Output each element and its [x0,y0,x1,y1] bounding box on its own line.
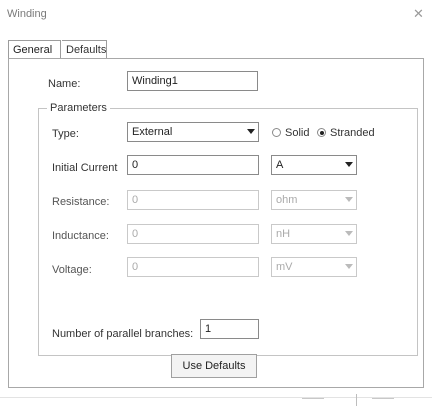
type-label: Type: [52,128,79,140]
parallel-branches-label: Number of parallel branches: [52,328,194,340]
chevron-down-icon [345,197,353,202]
chevron-down-icon [247,129,255,134]
bottom-divider [0,397,432,398]
parallel-branches-input[interactable]: 1 [200,319,259,339]
solid-label: Solid [285,127,310,139]
resistance-unit-select: ohm [271,190,357,210]
initial-current-label: Initial Current [52,162,118,174]
inductance-label: Inductance: [52,230,109,242]
type-select[interactable]: External [127,122,259,142]
stranded-radio[interactable] [317,128,326,137]
chevron-down-icon [345,231,353,236]
title-bar: Winding ✕ [0,0,432,28]
ok-button-partial[interactable] [302,398,324,406]
close-icon[interactable]: ✕ [413,6,424,22]
resistance-input: 0 [127,190,259,210]
stranded-label: Stranded [330,127,375,139]
voltage-unit-value: mV [276,261,293,273]
tab-general[interactable]: General [8,40,61,59]
voltage-label: Voltage: [52,264,92,276]
parameters-title: Parameters [47,102,110,114]
cancel-button-partial[interactable] [372,398,394,406]
initial-current-unit-select[interactable]: A [271,155,357,175]
tab-bar: General Defaults [0,40,432,59]
chevron-down-icon [345,162,353,167]
inductance-input: 0 [127,224,259,244]
use-defaults-button[interactable]: Use Defaults [171,354,257,378]
tab-defaults[interactable]: Defaults [62,40,107,59]
resistance-label: Resistance: [52,196,110,208]
inductance-unit-value: nH [276,228,291,240]
initial-current-unit-value: A [276,159,284,171]
resistance-unit-value: ohm [276,194,298,206]
button-separator [356,394,357,406]
inductance-unit-select: nH [271,224,357,244]
initial-current-input[interactable]: 0 [127,155,259,175]
name-input[interactable]: Winding1 [127,71,258,91]
window-title: Winding [7,8,47,20]
solid-radio[interactable] [272,128,281,137]
voltage-unit-select: mV [271,257,357,277]
name-label: Name: [48,78,81,90]
type-select-value: External [132,126,173,138]
chevron-down-icon [345,264,353,269]
voltage-input: 0 [127,257,259,277]
